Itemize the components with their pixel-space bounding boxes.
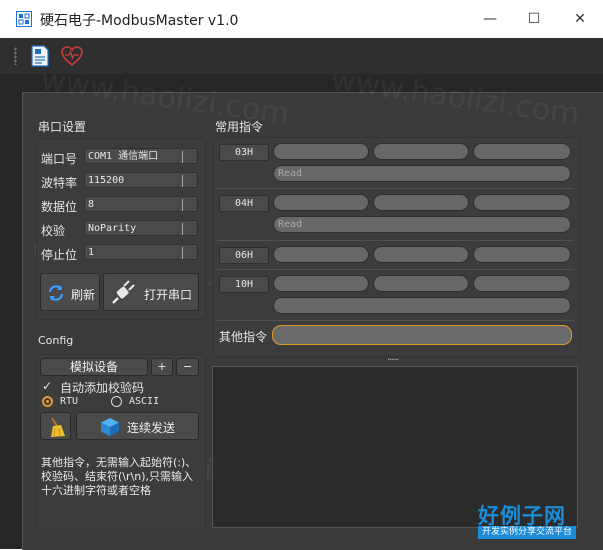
parity-value: NoParity xyxy=(88,223,137,234)
heart-icon[interactable] xyxy=(60,44,84,68)
toolbar-grip[interactable] xyxy=(14,47,17,65)
config-heading: Config xyxy=(38,334,74,347)
minimize-button[interactable]: — xyxy=(472,6,508,32)
divider xyxy=(217,240,574,241)
serial-heading: 串口设置 xyxy=(38,120,87,134)
document-icon[interactable] xyxy=(28,44,52,68)
other-command-label: 其他指令 xyxy=(219,330,268,344)
databits-value: 8 xyxy=(88,199,95,210)
parity-label: 校验 xyxy=(41,224,66,238)
cmd-04h-read-field[interactable]: Read xyxy=(273,216,571,233)
watermark-logo-sub: 开发实例分享交流平台 xyxy=(478,526,576,539)
toolbar xyxy=(0,38,603,74)
databits-label: 数据位 xyxy=(41,200,78,214)
divider xyxy=(217,269,574,270)
cmd-04h-field-1[interactable] xyxy=(273,194,369,211)
cmd-10h-data-field[interactable] xyxy=(273,297,571,314)
commands-heading: 常用指令 xyxy=(215,120,264,134)
cmd-04h-field-3[interactable] xyxy=(473,194,571,211)
auto-checksum-label: 自动添加校验码 xyxy=(60,381,145,395)
other-command-note: 其他指令，无需输入起始符(:)、校验码、结束符(\r\n),只需输入十六进制字符… xyxy=(41,456,197,497)
baud-value: 115200 xyxy=(88,175,125,186)
auto-checksum-checkbox[interactable]: ✓ xyxy=(42,379,52,393)
cmd-04h-field-2[interactable] xyxy=(373,194,469,211)
app-icon xyxy=(16,11,32,27)
remove-device-button[interactable]: − xyxy=(176,358,199,376)
cmd-03h-field-1[interactable] xyxy=(273,143,369,160)
ascii-radio[interactable] xyxy=(111,396,122,407)
stopbits-value: 1 xyxy=(88,247,95,258)
cmd-06h-field-3[interactable] xyxy=(473,246,571,263)
cmd-10h-field-1[interactable] xyxy=(273,275,369,292)
window-title: 硬石电子-ModbusMaster v1.0 xyxy=(40,13,239,29)
cmd-03h-field-3[interactable] xyxy=(473,143,571,160)
refresh-button[interactable]: 刷新 xyxy=(40,273,100,311)
stopbits-select[interactable]: 1 xyxy=(84,244,198,260)
rtu-radio[interactable] xyxy=(42,396,53,407)
cmd-10h-field-3[interactable] xyxy=(473,275,571,292)
cmd-06h-field-1[interactable] xyxy=(273,246,369,263)
parity-select[interactable]: NoParity xyxy=(84,220,198,236)
cmd-06h-label: 06H xyxy=(219,247,269,264)
splitter-handle[interactable]: ...... xyxy=(387,353,399,363)
rtu-label: RTU xyxy=(60,396,79,407)
device-select[interactable]: 模拟设备 xyxy=(40,358,148,376)
continuous-send-button[interactable]: 连续发送 xyxy=(76,412,199,440)
cmd-04h-label: 04H xyxy=(219,195,269,212)
baud-label: 波特率 xyxy=(41,176,78,190)
continuous-send-label: 连续发送 xyxy=(127,421,176,435)
close-button[interactable]: ✕ xyxy=(562,6,598,32)
open-port-button[interactable]: 打开串口 xyxy=(103,273,199,311)
add-device-button[interactable]: + xyxy=(151,358,173,376)
broom-icon xyxy=(51,417,65,437)
cmd-10h-label: 10H xyxy=(219,276,269,293)
other-command-input[interactable] xyxy=(272,325,572,345)
cmd-06h-field-2[interactable] xyxy=(373,246,469,263)
ascii-label: ASCII xyxy=(129,396,160,407)
divider xyxy=(217,188,574,189)
title-bar: 硬石电子-ModbusMaster v1.0 — ☐ ✕ xyxy=(0,0,603,38)
cmd-03h-field-2[interactable] xyxy=(373,143,469,160)
refresh-label: 刷新 xyxy=(71,288,96,302)
plug-icon xyxy=(112,280,135,304)
divider xyxy=(217,320,574,321)
port-label: 端口号 xyxy=(41,152,78,166)
cmd-10h-field-2[interactable] xyxy=(373,275,469,292)
port-value: COM1 通信端口 xyxy=(88,151,159,162)
clear-button[interactable] xyxy=(40,412,71,440)
refresh-icon xyxy=(48,285,64,301)
cube-icon xyxy=(101,418,119,436)
cmd-03h-read-field[interactable]: Read xyxy=(273,165,571,182)
port-select[interactable]: COM1 通信端口 xyxy=(84,148,198,164)
databits-select[interactable]: 8 xyxy=(84,196,198,212)
stopbits-label: 停止位 xyxy=(41,248,78,262)
cmd-03h-label: 03H xyxy=(219,144,269,161)
open-port-label: 打开串口 xyxy=(144,288,193,302)
baud-select[interactable]: 115200 xyxy=(84,172,198,188)
maximize-button[interactable]: ☐ xyxy=(516,6,552,32)
